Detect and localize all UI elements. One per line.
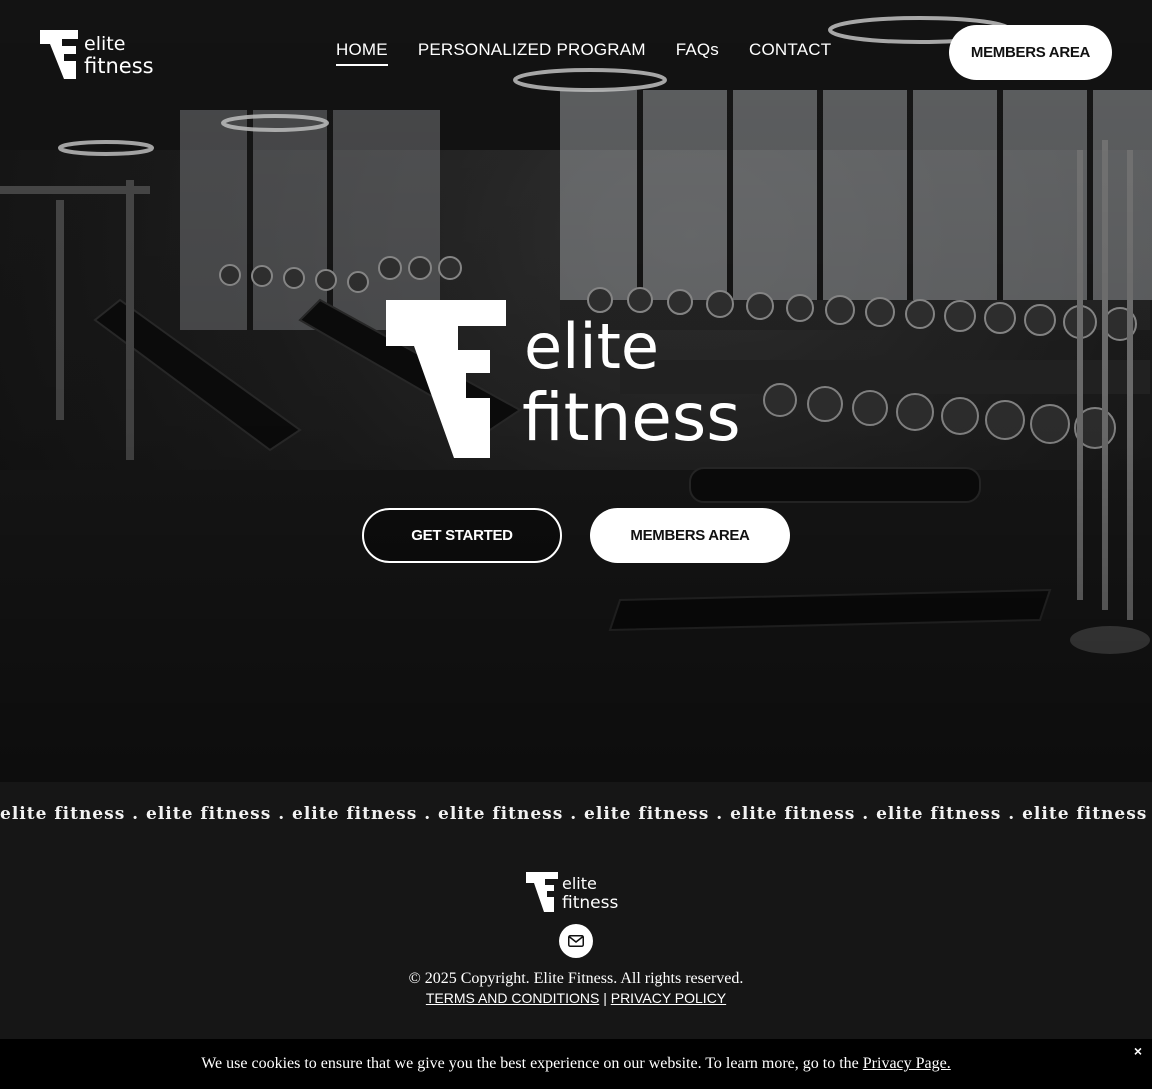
brand-marquee: elite fitness . elite fitness . elite fi… (0, 804, 1152, 824)
header-logo[interactable]: elite fitness (40, 30, 160, 80)
privacy-policy-link[interactable]: PRIVACY POLICY (611, 990, 726, 1006)
nav-item-contact[interactable]: CONTACT (749, 40, 831, 66)
get-started-button[interactable]: GET STARTED (362, 508, 562, 563)
elite-fitness-large-logo: elite fitness (386, 300, 741, 458)
nav-item-home[interactable]: HOME (336, 40, 388, 66)
nav-item-personalized-program[interactable]: PERSONALIZED PROGRAM (418, 40, 646, 66)
svg-text:fitness: fitness (84, 54, 154, 78)
elite-fitness-logo: elite fitness (40, 30, 154, 79)
cookie-message: We use cookies to ensure that we give yo… (0, 1055, 1152, 1073)
cookie-text: We use cookies to ensure that we give yo… (201, 1055, 859, 1072)
email-button[interactable] (559, 924, 593, 958)
copyright-text: © 2025 Copyright. Elite Fitness. All rig… (408, 970, 744, 987)
marquee-text: elite fitness . elite fitness . elite fi… (0, 804, 1152, 824)
legal-links: TERMS AND CONDITIONS | PRIVACY POLICY (0, 990, 1152, 1006)
footer-logo[interactable]: elite fitness (526, 870, 628, 914)
svg-text:elite: elite (524, 310, 659, 383)
elite-fitness-footer-logo: elite fitness (526, 872, 618, 913)
close-icon[interactable]: × (1134, 1043, 1142, 1059)
cookie-privacy-link[interactable]: Privacy Page. (863, 1055, 951, 1072)
hero-buttons: GET STARTED MEMBERS AREA (362, 508, 790, 563)
hero-members-area-button[interactable]: MEMBERS AREA (590, 508, 790, 563)
svg-text:fitness: fitness (522, 379, 741, 456)
envelope-icon (568, 935, 584, 947)
svg-text:fitness: fitness (562, 893, 618, 913)
members-area-button[interactable]: MEMBERS AREA (949, 25, 1112, 80)
svg-text:elite: elite (562, 874, 597, 893)
hero-logo: elite fitness (386, 298, 771, 463)
terms-link[interactable]: TERMS AND CONDITIONS (426, 990, 599, 1006)
legal-separator: | (603, 990, 607, 1006)
nav-item-faqs[interactable]: FAQs (676, 40, 719, 66)
svg-text:elite: elite (84, 33, 125, 55)
main-nav: HOME PERSONALIZED PROGRAM FAQs CONTACT (336, 40, 831, 66)
cookie-banner: We use cookies to ensure that we give yo… (0, 1039, 1152, 1089)
